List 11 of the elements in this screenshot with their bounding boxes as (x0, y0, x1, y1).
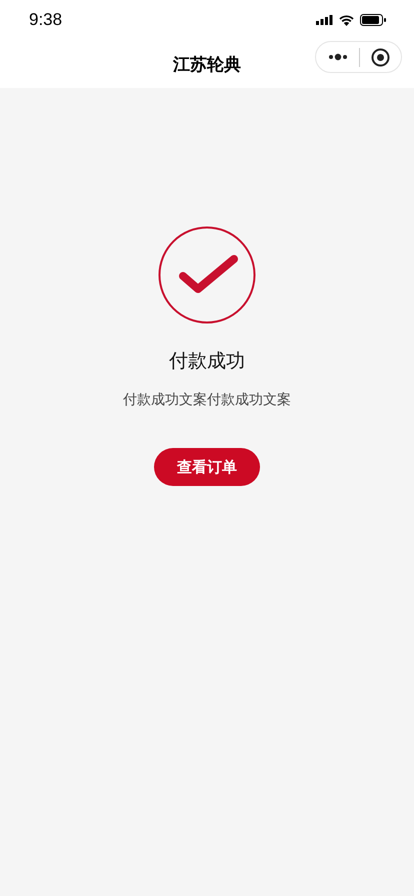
close-icon[interactable] (370, 48, 390, 66)
success-check-icon (158, 226, 256, 324)
signal-icon (316, 15, 333, 25)
result-description: 付款成功文案付款成功文案 (123, 391, 291, 409)
status-time: 9:38 (29, 10, 62, 30)
page-title: 江苏轮典 (173, 54, 241, 76)
wifi-icon (339, 14, 354, 26)
result-title: 付款成功 (169, 349, 245, 374)
battery-icon (360, 14, 386, 26)
view-order-button[interactable]: 查看订单 (154, 448, 260, 486)
more-icon[interactable] (328, 53, 348, 61)
